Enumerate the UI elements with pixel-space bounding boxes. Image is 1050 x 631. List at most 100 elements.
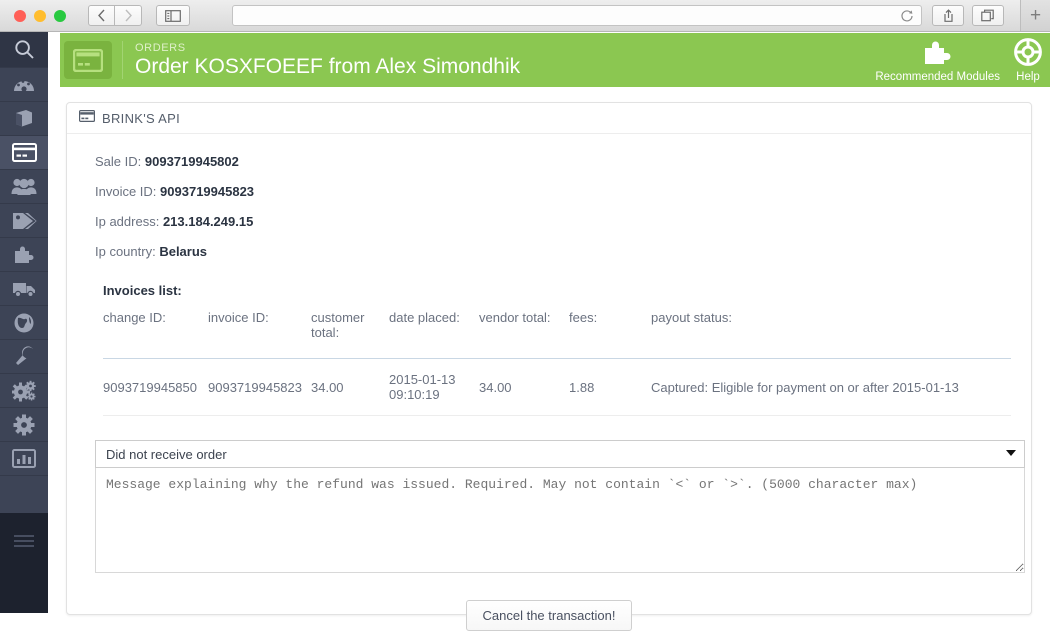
help-label: Help (1016, 71, 1040, 83)
sidebar-item-preferences[interactable] (0, 340, 48, 374)
panel-header: BRINK'S API (67, 103, 1031, 134)
invoices-table: change ID: invoice ID: customer total: d… (103, 310, 1011, 416)
cell-payout-status: Captured: Eligible for payment on or aft… (651, 359, 1011, 416)
browser-toolbar: + (0, 0, 1050, 32)
cell-customer-total: 34.00 (311, 359, 389, 416)
credit-card-icon (79, 109, 95, 127)
minimize-window-button[interactable] (34, 10, 46, 22)
gear-icon (13, 414, 35, 436)
chevron-left-icon (97, 9, 106, 22)
detail-label: Invoice ID: (95, 184, 156, 199)
tabs-overview-icon (981, 9, 995, 23)
chevron-right-icon (124, 9, 133, 22)
sidebar-item-shipping[interactable] (0, 272, 48, 306)
brinks-api-panel: BRINK'S API Sale ID: 9093719945802 Invoi… (66, 102, 1032, 615)
header-invoice-id: invoice ID: (208, 310, 311, 359)
sidebar-item-advanced-parameters[interactable] (0, 374, 48, 408)
tags-icon (12, 211, 37, 231)
content-area: BRINK'S API Sale ID: 9093719945802 Invoi… (48, 87, 1050, 613)
table-row: 9093719945850 9093719945823 34.00 2015-0… (103, 359, 1011, 416)
credit-card-icon (12, 143, 37, 162)
recommended-modules-button[interactable]: Recommended Modules (875, 40, 1000, 83)
actions-row: Cancel the transaction! (95, 600, 1003, 631)
table-body: 9093719945850 9093719945823 34.00 2015-0… (103, 359, 1011, 416)
share-icon (942, 9, 955, 23)
refund-message-textarea[interactable] (95, 468, 1025, 573)
help-button[interactable]: Help (1014, 38, 1042, 83)
book-icon (13, 108, 35, 129)
detail-invoice-id: Invoice ID: 9093719945823 (95, 184, 1003, 199)
detail-value: Belarus (159, 244, 207, 259)
cell-invoice-id: 9093719945823 (208, 359, 311, 416)
sidebar-item-catalog[interactable] (0, 102, 48, 136)
header-actions: Recommended Modules Help (875, 38, 1050, 83)
sidebar-item-orders[interactable] (0, 136, 48, 170)
sidebar-item-administration[interactable] (0, 408, 48, 442)
header-orders-icon (64, 41, 112, 79)
header-customer-total: customer total: (311, 310, 389, 359)
lifebuoy-icon (1014, 38, 1042, 69)
address-bar[interactable] (232, 5, 922, 26)
close-window-button[interactable] (14, 10, 26, 22)
forward-button[interactable] (115, 5, 142, 26)
detail-value: 213.184.249.15 (163, 214, 253, 229)
window-controls (0, 10, 66, 22)
detail-sale-id: Sale ID: 9093719945802 (95, 154, 1003, 169)
back-button[interactable] (88, 5, 115, 26)
header-vendor-total: vendor total: (479, 310, 569, 359)
app-sidebar (0, 32, 48, 613)
share-button[interactable] (932, 5, 964, 26)
credit-card-icon (73, 49, 103, 72)
sidebar-item-search[interactable] (0, 32, 48, 68)
sidebar-icon (165, 10, 181, 22)
panel-body: Sale ID: 9093719945802 Invoice ID: 90937… (67, 134, 1031, 631)
recommended-modules-label: Recommended Modules (875, 71, 1000, 83)
detail-value: 9093719945802 (145, 154, 239, 169)
cell-change-id: 9093719945850 (103, 359, 208, 416)
maximize-window-button[interactable] (54, 10, 66, 22)
truck-icon (12, 279, 37, 298)
globe-icon (13, 312, 35, 334)
address-input[interactable] (233, 8, 921, 24)
table-header-row: change ID: invoice ID: customer total: d… (103, 310, 1011, 359)
cancel-transaction-button[interactable]: Cancel the transaction! (466, 600, 633, 631)
cell-vendor-total: 34.00 (479, 359, 569, 416)
sidebar-toggle-button[interactable] (156, 5, 190, 26)
bar-chart-icon (12, 449, 36, 468)
sidebar-item-customers[interactable] (0, 170, 48, 204)
sidebar-item-price-rules[interactable] (0, 204, 48, 238)
tabs-overview-button[interactable] (972, 5, 1004, 26)
cell-date-placed: 2015-01-13 09:10:19 (389, 359, 479, 416)
new-tab-button[interactable]: + (1020, 0, 1050, 31)
detail-ip-address: Ip address: 213.184.249.15 (95, 214, 1003, 229)
chrome-right-actions: + (932, 0, 1050, 31)
refund-reason-select[interactable]: Did not receive order (95, 440, 1025, 468)
navigation-buttons (88, 5, 142, 26)
sidebar-item-localization[interactable] (0, 306, 48, 340)
sidebar-item-stats[interactable] (0, 442, 48, 476)
panel-title: BRINK'S API (102, 111, 180, 126)
sidebar-item-dashboard[interactable] (0, 68, 48, 102)
header-date-placed: date placed: (389, 310, 479, 359)
reload-button[interactable] (900, 9, 914, 28)
people-icon (11, 177, 37, 196)
header-change-id: change ID: (103, 310, 208, 359)
detail-label: Ip address: (95, 214, 159, 229)
gears-icon (12, 380, 37, 402)
hamburger-icon (14, 535, 34, 550)
invoices-list-title: Invoices list: (103, 283, 1003, 298)
puzzle-icon (13, 245, 36, 265)
sidebar-item-modules[interactable] (0, 238, 48, 272)
table-head: change ID: invoice ID: customer total: d… (103, 310, 1011, 359)
chevron-down-icon (1006, 450, 1016, 456)
wrench-icon (13, 346, 36, 368)
header-fees: fees: (569, 310, 651, 359)
header-divider (122, 41, 123, 79)
sidebar-collapse-button[interactable] (0, 513, 48, 613)
detail-value: 9093719945823 (160, 184, 254, 199)
page-title: Order KOSXFOEEF from Alex Simondhik (135, 55, 520, 79)
reload-icon (900, 9, 914, 23)
detail-ip-country: Ip country: Belarus (95, 244, 1003, 259)
cell-fees: 1.88 (569, 359, 651, 416)
speedometer-icon (12, 74, 36, 95)
